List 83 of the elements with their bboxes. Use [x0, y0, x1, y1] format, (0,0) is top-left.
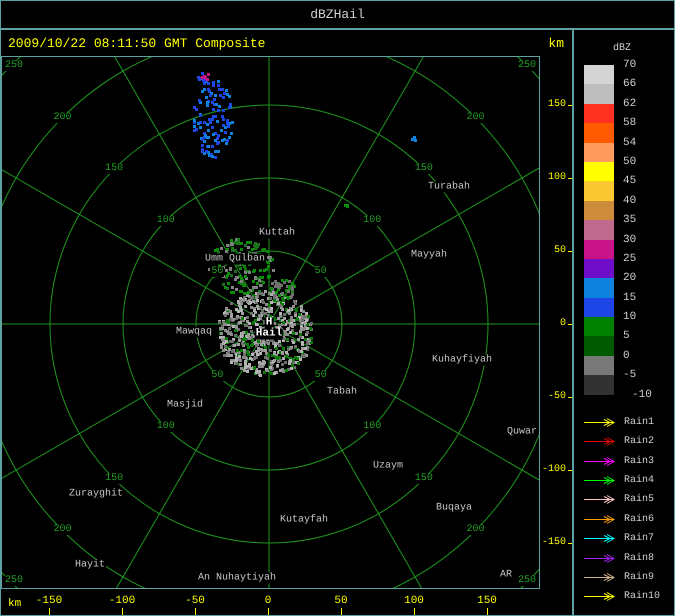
range-ring-label: 100: [156, 216, 176, 226]
range-ring-label: 200: [52, 525, 73, 536]
axis-tick-label: 100: [404, 595, 424, 607]
track-label: Rain10: [624, 591, 660, 602]
range-ring-label: 50: [314, 370, 328, 381]
range-ring-label: 150: [104, 164, 124, 174]
place-label: Umm Qulban: [204, 254, 266, 264]
legend-title: dBZ: [613, 43, 632, 55]
scale-label: 40: [623, 194, 636, 207]
axis-tick-label: 100: [548, 172, 566, 184]
axis-tick-label: -100: [542, 464, 566, 476]
place-label: Turabah: [427, 182, 471, 192]
range-ring-label: 150: [414, 474, 434, 484]
scale-label: 58: [623, 117, 636, 130]
place-label: Kuttah: [258, 228, 296, 238]
unit-label: km: [548, 36, 564, 50]
scale-label: 30: [623, 234, 636, 246]
place-label: Kutayfah: [279, 514, 329, 526]
axis-tick-label: 50: [554, 245, 566, 257]
place-label: Zurayghit: [68, 488, 124, 500]
scale-label: 45: [623, 175, 636, 188]
scale-label: 20: [623, 272, 636, 284]
scale-label: 25: [623, 252, 636, 265]
window-title: dBZHail: [310, 7, 365, 22]
axis-tick-label: -100: [108, 595, 136, 607]
place-label: Buqaya: [435, 502, 473, 514]
scale-label: 35: [623, 214, 636, 226]
axis-tick-label: -150: [36, 595, 62, 607]
scale-label: 66: [623, 78, 636, 90]
track-label: Rain1: [624, 416, 654, 428]
scale-label: -10: [632, 388, 652, 403]
range-ring-label: 250: [517, 576, 537, 586]
radar-site-label: Hail: [254, 328, 284, 340]
track-label: Rain6: [624, 514, 654, 525]
place-label: Mawqaq: [175, 326, 213, 338]
range-ring-label: 100: [362, 216, 382, 226]
range-ring-label: 150: [414, 164, 434, 174]
scale-label: 70: [623, 59, 636, 71]
scale-label: -5: [623, 369, 636, 382]
track-label: Rain7: [624, 533, 654, 544]
place-label: Quwar: [506, 426, 538, 438]
range-ring-label: 200: [465, 525, 486, 536]
track-label: Rain2: [624, 436, 654, 448]
track-label: Rain4: [624, 475, 654, 486]
timestamp-label: 2009/10/22 08:11:50 GMT Composite: [8, 36, 266, 50]
axis-unit-label: km: [8, 598, 22, 610]
range-ring-label: 200: [465, 112, 486, 123]
range-ring-label: 250: [4, 60, 24, 71]
axis-tick-label: 0: [560, 318, 566, 330]
scale-label: 62: [623, 98, 636, 110]
place-label: Hayit: [74, 560, 106, 570]
range-ring-label: 100: [362, 422, 382, 432]
track-label: Rain9: [624, 572, 654, 583]
axis-tick-label: -150: [542, 537, 566, 549]
axis-tick-label: 150: [477, 595, 497, 607]
axis-tick-label: -50: [548, 391, 566, 403]
scale-label: 10: [623, 311, 636, 324]
scale-label: 5: [623, 330, 630, 342]
scale-label: 0: [623, 350, 630, 362]
track-label: Rain8: [624, 552, 654, 564]
axis-tick-label: -50: [185, 595, 205, 607]
scale-label: 50: [623, 156, 636, 168]
place-label: Uzaym: [372, 460, 404, 472]
radar-site-label: H: [264, 318, 274, 328]
track-label: Rain5: [624, 494, 654, 506]
place-label: An Nuhaytiyah: [197, 572, 277, 584]
place-label: Kuhayfiyah: [431, 354, 493, 366]
range-ring-label: 200: [52, 112, 73, 123]
place-label: Masjid: [166, 400, 204, 410]
range-ring-label: 50: [210, 370, 224, 381]
axis-tick-label: 150: [548, 99, 566, 111]
scale-label: 15: [623, 292, 636, 304]
axis-tick-label: 50: [334, 595, 348, 607]
range-ring-label: 50: [314, 267, 328, 278]
range-ring-label: 50: [210, 267, 224, 278]
track-label: Rain3: [624, 456, 654, 467]
scale-label: 54: [623, 136, 636, 149]
place-label: Mayyah: [410, 250, 448, 260]
range-ring-label: 100: [156, 422, 176, 432]
range-ring-label: 250: [517, 60, 537, 71]
axis-tick-label: 0: [264, 595, 272, 607]
range-ring-label: 250: [4, 576, 24, 586]
range-ring-label: 150: [104, 474, 124, 484]
